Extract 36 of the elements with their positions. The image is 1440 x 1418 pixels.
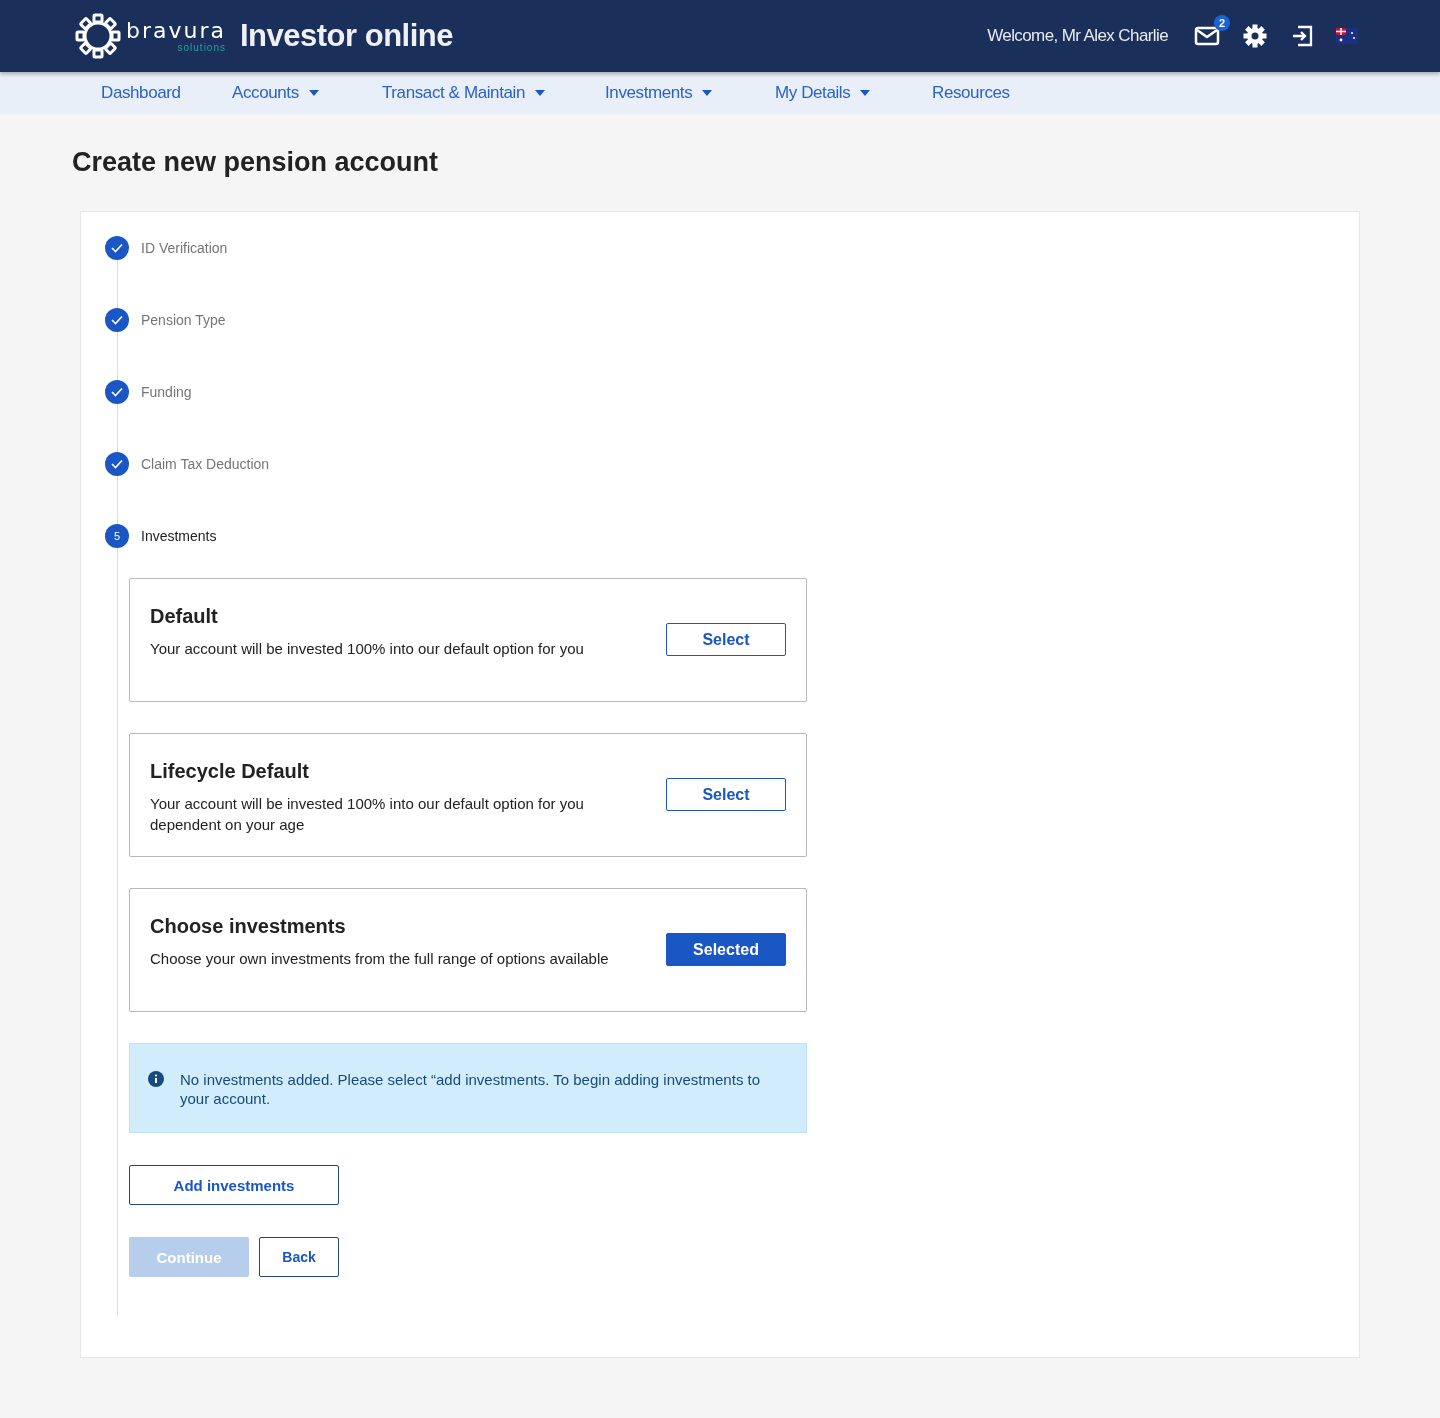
- option-description: Choose your own investments from the full range of options available: [150, 949, 610, 969]
- select-button[interactable]: Select: [666, 623, 786, 656]
- add-investments-button[interactable]: Add investments: [129, 1165, 339, 1205]
- select-button[interactable]: Selected: [666, 933, 786, 966]
- nav-link[interactable]: Dashboard: [101, 83, 181, 103]
- nav-link[interactable]: Investments: [605, 83, 693, 103]
- page-title: Create new pension account: [72, 146, 440, 179]
- step-label: Investments: [141, 528, 218, 544]
- step-label: Claim Tax Deduction: [141, 456, 270, 472]
- nav-link[interactable]: My Details: [775, 83, 851, 103]
- back-button[interactable]: Back: [259, 1237, 339, 1277]
- nav-link[interactable]: Accounts: [232, 83, 299, 103]
- option-title: Default: [150, 605, 219, 628]
- option-description: Your account will be invested 100% into our default option for you dependent on your age: [150, 794, 585, 835]
- option-title: Choose investments: [150, 915, 347, 938]
- select-button[interactable]: Select: [666, 778, 786, 811]
- info-icon: [148, 1071, 164, 1087]
- nav-link[interactable]: Resources: [932, 83, 1010, 103]
- option-title: Lifecycle Default: [150, 760, 310, 783]
- step-label: Funding: [141, 384, 192, 400]
- app-title: Investor online: [240, 18, 453, 54]
- logout-icon[interactable]: [1290, 24, 1314, 48]
- mail-icon[interactable]: [1194, 25, 1220, 47]
- step-number: 5: [105, 524, 129, 548]
- info-message: No investments added. Please select “add investments. To begin adding investments to your account.: [180, 1070, 762, 1108]
- step-label: ID Verification: [141, 240, 228, 256]
- notification-badge: 2: [1214, 15, 1230, 31]
- settings-icon[interactable]: [1242, 23, 1268, 49]
- flag-icon[interactable]: [1336, 28, 1358, 44]
- option-description: Your account will be invested 100% into our default option for you: [150, 639, 585, 659]
- brand-subtitle: solutions: [177, 42, 226, 53]
- step-label: Pension Type: [141, 312, 226, 328]
- gear-logo-icon: [74, 12, 122, 60]
- nav-link[interactable]: Transact & Maintain: [382, 83, 525, 103]
- welcome-text: Welcome, Mr Alex Charlie: [987, 26, 1168, 46]
- brand-name: bravura: [126, 19, 226, 42]
